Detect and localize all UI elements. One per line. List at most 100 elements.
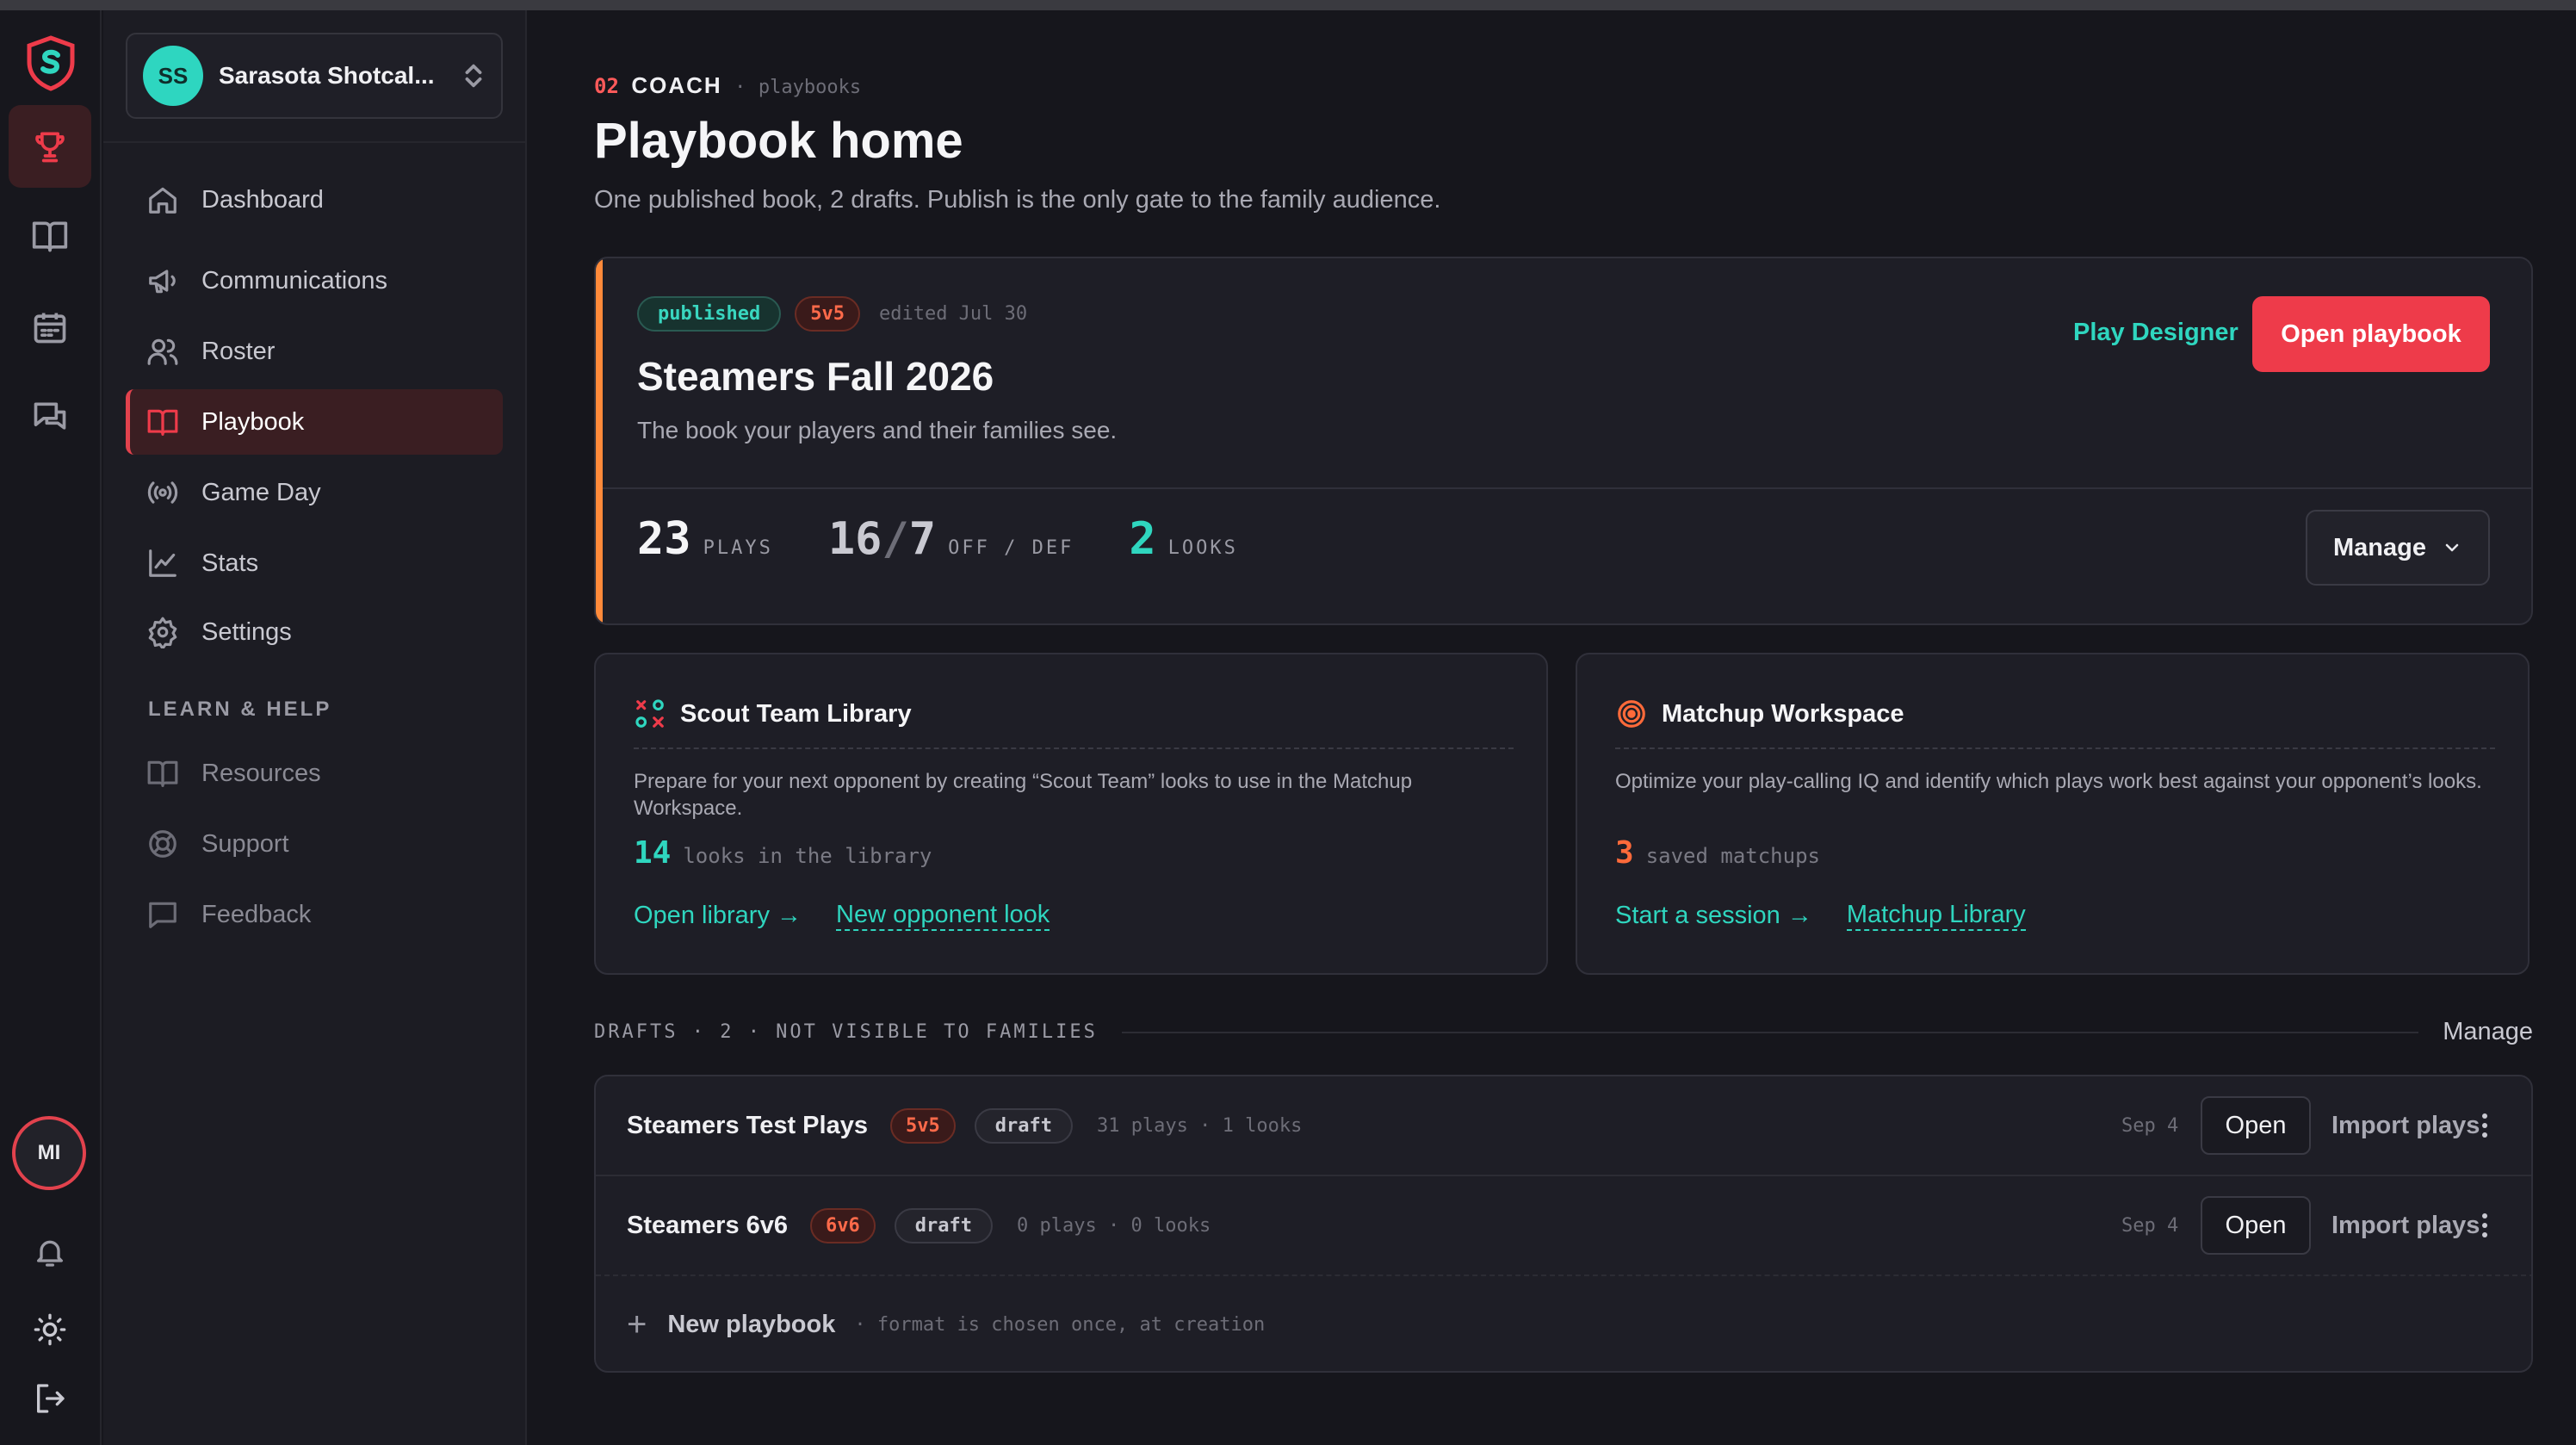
sidebar-item-support[interactable]: Support bbox=[126, 811, 503, 877]
edited-date: edited Jul 30 bbox=[878, 303, 1028, 325]
team-name: Sarasota Shotcal... bbox=[219, 62, 435, 89]
sidebar-divider bbox=[103, 141, 525, 143]
sidebar-item-communications[interactable]: Communications bbox=[126, 248, 503, 313]
scout-xo-icon bbox=[635, 699, 664, 728]
sidebar-item-label: Stats bbox=[201, 549, 259, 577]
more-options-icon[interactable] bbox=[2468, 1200, 2502, 1251]
format-badge: 5v5 bbox=[795, 296, 860, 332]
team-avatar: SS bbox=[143, 46, 203, 106]
sidebar-item-label: Support bbox=[201, 829, 289, 858]
message-icon bbox=[149, 902, 176, 928]
book-icon bbox=[147, 409, 178, 436]
broadcast-icon bbox=[147, 481, 178, 504]
breadcrumb-role: COACH bbox=[631, 72, 722, 98]
draft-row[interactable]: Steamers 6v6 6v6 draft 0 plays · 0 looks… bbox=[596, 1176, 2531, 1274]
card-divider bbox=[603, 487, 2531, 489]
playbook-tags: published 5v5 edited Jul 30 bbox=[637, 296, 1027, 332]
open-draft-button[interactable]: Open bbox=[2201, 1196, 2311, 1255]
library-count-label: looks in the library bbox=[683, 844, 932, 868]
breadcrumb-sep: · bbox=[734, 77, 746, 98]
off-def-label: OFF / DEF bbox=[948, 537, 1074, 559]
home-icon bbox=[149, 187, 176, 214]
draft-row[interactable]: Steamers Test Plays 5v5 draft 31 plays ·… bbox=[596, 1076, 2531, 1175]
format-badge: 5v5 bbox=[889, 1107, 956, 1144]
chevron-down-icon bbox=[2445, 543, 2459, 552]
new-playbook-label: New playbook bbox=[667, 1310, 836, 1338]
breadcrumb-step: 02 bbox=[594, 74, 619, 98]
def-count: 7 bbox=[908, 513, 937, 565]
new-playbook-hint: · format is chosen once, at creation bbox=[854, 1313, 1266, 1336]
card-header: Matchup Workspace bbox=[1615, 698, 1904, 730]
logout-icon bbox=[37, 1384, 65, 1413]
sidebar-item-label: Feedback bbox=[201, 900, 312, 928]
import-plays-button[interactable]: Import plays bbox=[2331, 1112, 2480, 1140]
draft-date: Sep 4 bbox=[2121, 1214, 2179, 1237]
sidebar-item-game-day[interactable]: Game Day bbox=[126, 460, 503, 525]
draft-status-badge: draft bbox=[894, 1207, 994, 1243]
shield-logo-icon[interactable] bbox=[24, 34, 77, 91]
new-opponent-look-link[interactable]: New opponent look bbox=[836, 901, 1050, 931]
scout-team-library-card: Scout Team Library Prepare for your next… bbox=[594, 653, 1548, 975]
status-badge: published bbox=[637, 296, 782, 332]
library-count-value: 14 bbox=[634, 835, 672, 871]
matchup-workspace-card: Matchup Workspace Optimize your play-cal… bbox=[1576, 653, 2530, 975]
rail-notifications[interactable] bbox=[9, 1211, 91, 1293]
icon-rail: MI bbox=[0, 10, 102, 1445]
new-playbook-row[interactable]: + New playbook · format is chosen once, … bbox=[596, 1274, 2531, 1371]
card-dashed-divider bbox=[1615, 747, 2495, 749]
card-links: Start a session → Matchup Library bbox=[1615, 901, 2026, 931]
sidebar-item-settings[interactable]: Settings bbox=[126, 599, 503, 665]
sidebar-item-resources[interactable]: Resources bbox=[126, 741, 503, 806]
sidebar-item-roster[interactable]: Roster bbox=[126, 319, 503, 384]
saved-matchups-count: 3 saved matchups bbox=[1615, 835, 1820, 871]
sidebar-item-stats[interactable]: Stats bbox=[126, 530, 503, 596]
playbook-title: Steamers Fall 2026 bbox=[637, 354, 994, 399]
off-def-slash: / bbox=[882, 513, 909, 565]
more-options-icon[interactable] bbox=[2468, 1100, 2502, 1151]
published-playbook-card: published 5v5 edited Jul 30 Steamers Fal… bbox=[594, 257, 2533, 625]
book-icon bbox=[32, 221, 68, 252]
open-draft-button[interactable]: Open bbox=[2201, 1096, 2311, 1155]
user-avatar[interactable]: MI bbox=[12, 1116, 86, 1190]
sidebar-item-label: Roster bbox=[201, 337, 276, 365]
sidebar-item-label: Playbook bbox=[201, 407, 305, 436]
bell-icon bbox=[37, 1240, 64, 1267]
sidebar-item-dashboard[interactable]: Dashboard bbox=[126, 167, 503, 233]
rail-chat[interactable] bbox=[9, 375, 91, 458]
draft-status-badge: draft bbox=[974, 1107, 1073, 1144]
playbook-stats: 23 PLAYS 16 / 7 OFF / DEF 2 LOOKS bbox=[637, 513, 1238, 565]
card-dashed-divider bbox=[634, 747, 1514, 749]
manage-label: Manage bbox=[2333, 533, 2426, 561]
matchup-library-link[interactable]: Matchup Library bbox=[1846, 901, 2026, 931]
import-plays-button[interactable]: Import plays bbox=[2331, 1212, 2480, 1240]
rail-logout[interactable] bbox=[9, 1357, 91, 1440]
matchups-count-value: 3 bbox=[1615, 835, 1634, 871]
rail-book[interactable] bbox=[9, 195, 91, 277]
drafts-manage-link[interactable]: Manage bbox=[2443, 1018, 2533, 1046]
draft-date: Sep 4 bbox=[2121, 1114, 2179, 1137]
looks-library-count: 14 looks in the library bbox=[634, 835, 932, 871]
card-description: Optimize your play-calling IQ and identi… bbox=[1615, 770, 2482, 793]
plays-label: PLAYS bbox=[703, 537, 773, 559]
page-title: Playbook home bbox=[594, 113, 963, 169]
rail-calendar[interactable] bbox=[9, 286, 91, 369]
sidebar-item-feedback[interactable]: Feedback bbox=[126, 882, 503, 947]
rail-trophy[interactable] bbox=[9, 105, 91, 188]
sidebar-item-label: Game Day bbox=[201, 478, 321, 506]
chat-icon bbox=[34, 402, 66, 430]
open-playbook-button[interactable]: Open playbook bbox=[2252, 296, 2490, 372]
manage-dropdown[interactable]: Manage bbox=[2306, 510, 2490, 586]
sidebar-item-playbook[interactable]: Playbook bbox=[126, 389, 503, 455]
card-title: Matchup Workspace bbox=[1662, 699, 1904, 728]
draft-name: Steamers 6v6 bbox=[627, 1211, 789, 1239]
lifebuoy-icon bbox=[149, 830, 176, 858]
sidebar-item-label: Resources bbox=[201, 759, 321, 787]
play-designer-link[interactable]: Play Designer bbox=[2073, 319, 2239, 347]
card-links: Open library → New opponent look bbox=[634, 901, 1050, 931]
window-top-bar bbox=[0, 0, 2576, 10]
team-switcher[interactable]: SS Sarasota Shotcal... bbox=[126, 33, 503, 119]
open-library-link[interactable]: Open library → bbox=[634, 902, 802, 930]
avatar-initials: MI bbox=[37, 1141, 61, 1164]
drafts-list: Steamers Test Plays 5v5 draft 31 plays ·… bbox=[594, 1075, 2533, 1373]
start-session-link[interactable]: Start a session → bbox=[1615, 902, 1812, 930]
